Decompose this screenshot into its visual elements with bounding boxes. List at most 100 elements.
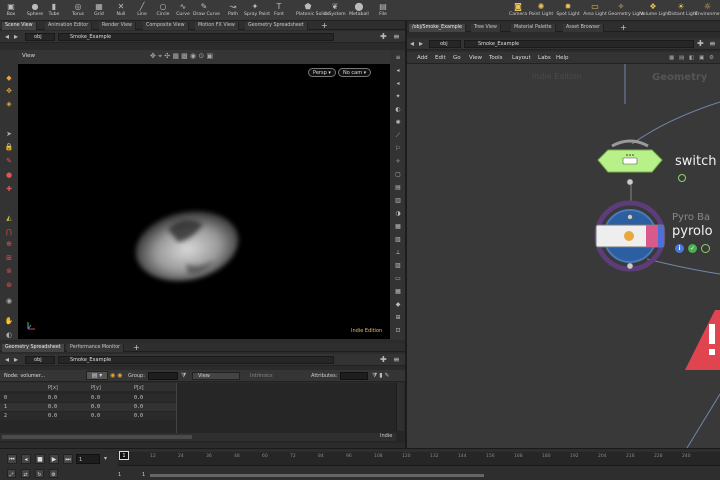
check-icon[interactable]: ✓	[688, 244, 697, 253]
viewport-option-icon[interactable]: ≡	[393, 54, 403, 62]
brush-icon[interactable]: ✎	[4, 156, 14, 166]
viewport-option-icon[interactable]: ⊞	[393, 314, 403, 322]
snap-icon[interactable]: ⊕	[4, 239, 14, 249]
play-button[interactable]: ▶	[49, 454, 59, 464]
attribute-class-icon[interactable]: ▤ ▾	[86, 371, 108, 380]
tab-animation-editor[interactable]: Animation Editor	[45, 22, 93, 30]
viewport-option-icon[interactable]: ⊡	[393, 327, 403, 335]
shelf-tool-spot-light[interactable]: ✹ Spot Light	[555, 0, 581, 21]
back-arrow-icon[interactable]: ◂	[5, 355, 9, 365]
menu-help[interactable]: Help	[556, 54, 569, 62]
tab-performance-monitor[interactable]: Performance Monitor	[67, 344, 125, 352]
tab-geometry-spreadsheet[interactable]: Geometry Spreadsheet	[2, 344, 65, 352]
shelf-tool-environment-light[interactable]: ☼Environment Light	[695, 0, 720, 21]
shelf-tool-tube[interactable]: ▮ Tube	[43, 0, 65, 21]
paint-icon[interactable]: ●	[4, 170, 14, 180]
menu-tools[interactable]: Tools	[489, 54, 503, 62]
viewport-option-icon[interactable]: ▭	[393, 275, 403, 283]
pane-menu-icon[interactable]: ≡	[393, 355, 400, 365]
step-back-button[interactable]: ◂	[21, 454, 31, 464]
lock-icon[interactable]: 🔒	[4, 142, 14, 152]
forward-arrow-icon[interactable]: ▸	[419, 39, 423, 49]
scene-viewport[interactable]: Persp ▾ No cam ▾ Indie Edition	[18, 64, 390, 339]
pyro-node[interactable]	[592, 198, 668, 276]
error-node-icon[interactable]	[685, 310, 720, 370]
info-icon[interactable]: i	[675, 244, 684, 253]
current-frame-field[interactable]: 1	[76, 454, 100, 464]
viewport-option-icon[interactable]: ◆	[393, 301, 403, 309]
table-row[interactable]	[0, 403, 176, 411]
tab-material-palette[interactable]: Material Palette	[511, 24, 556, 32]
column-header-py[interactable]: P[y]	[91, 384, 101, 392]
select-icon[interactable]: ◆	[4, 73, 14, 83]
shelf-tool-font[interactable]: T Font	[268, 0, 290, 21]
node-flag-icon[interactable]	[678, 174, 686, 182]
range-slider[interactable]	[150, 474, 484, 477]
shelf-tool-file[interactable]: ▤ File	[372, 0, 394, 21]
group-field[interactable]	[148, 372, 178, 380]
menu-layout[interactable]: Layout	[512, 54, 531, 62]
status-ring-icon[interactable]	[701, 244, 710, 253]
pin-icon[interactable]: ✚	[697, 39, 704, 49]
path-node[interactable]: Smoke_Example	[70, 356, 111, 364]
viewport-option-icon[interactable]: ✦	[393, 93, 403, 101]
viewport-option-icon[interactable]: ◑	[393, 210, 403, 218]
viewport-option-icon[interactable]: ✺	[393, 119, 403, 127]
network-tool-icon[interactable]: ▦	[669, 54, 674, 62]
add-tab-icon[interactable]: +	[133, 343, 140, 352]
shelf-tool-curve[interactable]: ∿ Curve	[172, 0, 194, 21]
viewport-option-icon[interactable]: ▦	[393, 223, 403, 231]
viewport-option-icon[interactable]: ▢	[393, 171, 403, 179]
group-filter-icon[interactable]: ⧩	[181, 372, 186, 380]
keyframe-toggle[interactable]: ⇄	[21, 469, 30, 478]
tab-scene-view[interactable]: Scene View	[2, 22, 37, 30]
pin-icon[interactable]: ✚	[4, 184, 14, 194]
shelf-tool-line[interactable]: ╱ Line	[131, 0, 153, 21]
shelf-tool-metaball[interactable]: ⬤ Metaball	[348, 0, 370, 21]
eye-icon[interactable]: ◉	[4, 296, 14, 306]
view-dropdown[interactable]: View	[192, 372, 240, 380]
shelf-tool-grid[interactable]: ▦ Grid	[88, 0, 110, 21]
menu-add[interactable]: Add	[417, 54, 428, 62]
playhead-marker[interactable]: 1	[119, 451, 129, 460]
pane-menu-icon[interactable]: ≡	[393, 32, 400, 42]
viewport-option-icon[interactable]: ◐	[393, 106, 403, 114]
viewport-option-icon[interactable]: ⟂	[393, 249, 403, 257]
menu-labs[interactable]: Labs	[538, 54, 551, 62]
forward-arrow-icon[interactable]: ▸	[14, 355, 18, 365]
menu-go[interactable]: Go	[453, 54, 461, 62]
viewport-option-icon[interactable]: ▤	[393, 184, 403, 192]
rotate-icon[interactable]: ◈	[4, 99, 14, 109]
attributes-field[interactable]	[340, 372, 368, 380]
path-node[interactable]: Smoke_Example	[478, 40, 519, 48]
path-root[interactable]: obj	[34, 33, 42, 41]
path-root[interactable]: obj	[34, 356, 42, 364]
range-end-field[interactable]: 1	[142, 472, 145, 478]
shelf-tool-torus[interactable]: ◎ Torus	[67, 0, 89, 21]
viewport-option-icon[interactable]: ▦	[393, 288, 403, 296]
audio-toggle[interactable]: ⚙	[49, 469, 58, 478]
point-filter-icon[interactable]: ◉ ◉	[110, 372, 122, 379]
shelf-tool-draw-curve[interactable]: ✎ Draw Curve	[193, 0, 220, 21]
tab-geometry-spreadsheet[interactable]: Geometry Spreadsheet	[245, 22, 308, 30]
shelf-tool-area-light[interactable]: ▭ Area Light	[582, 0, 608, 21]
column-header-pz[interactable]: P[z]	[134, 384, 144, 392]
intrinsics-dropdown[interactable]: Intrinsics	[250, 373, 273, 379]
shelf-tool-geometry-light[interactable]: ✧ Geometry Light	[608, 0, 644, 21]
menu-view[interactable]: View	[469, 54, 482, 62]
tab-composite-view[interactable]: Composite View	[143, 22, 189, 30]
vertical-scrollbar[interactable]	[396, 383, 404, 431]
column-divider[interactable]	[176, 383, 177, 433]
network-tool-icon[interactable]: ⚙	[709, 54, 714, 62]
render-icon[interactable]: ◐	[4, 330, 14, 340]
path-root[interactable]: obj	[440, 40, 448, 48]
tab-render-view[interactable]: Render View	[99, 22, 136, 30]
viewport-option-icon[interactable]: ⟋	[393, 132, 403, 140]
magnet-icon[interactable]: ⋂	[4, 227, 14, 237]
tab-motion-fx-view[interactable]: Motion FX View	[195, 22, 239, 30]
viewport-option-icon[interactable]: ▥	[393, 197, 403, 205]
pin-icon[interactable]: ✚	[380, 32, 387, 42]
network-tool-icon[interactable]: ▤	[679, 54, 684, 62]
filter-icon[interactable]: ⧩ ▮ ✎	[372, 372, 390, 380]
viewport-option-icon[interactable]: ◂	[393, 67, 403, 75]
